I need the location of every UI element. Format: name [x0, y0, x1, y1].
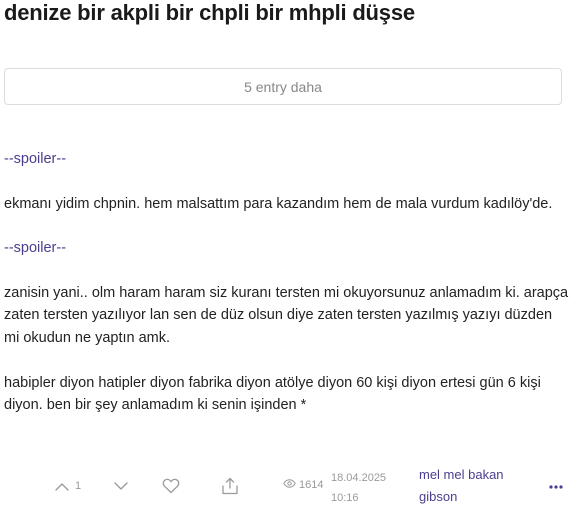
- entry-paragraph: habipler diyon hatipler diyon fabrika di…: [4, 374, 541, 414]
- entry-date-time: 10:16: [331, 492, 359, 504]
- heart-icon: [162, 478, 180, 494]
- share-button[interactable]: [219, 475, 241, 497]
- eye-icon: [283, 479, 299, 491]
- view-count: 1614: [283, 479, 323, 491]
- more-options-button[interactable]: [547, 474, 565, 496]
- upvote-count: 1: [74, 480, 82, 492]
- more-entries-button[interactable]: 5 entry daha: [4, 68, 562, 105]
- share-icon: [221, 477, 239, 495]
- entry-date-day: 18.04.2025: [331, 472, 387, 484]
- entry-date[interactable]: 18.04.2025 10:16: [331, 468, 401, 508]
- chevron-down-icon: [114, 481, 128, 491]
- spoiler-marker[interactable]: --spoiler--: [4, 237, 570, 260]
- entry-paragraph: ekmanı yidim chpnin. hem malsattım para …: [4, 195, 553, 212]
- entry-footer: 1 1614 18.04.2025 10:16 mel mel bakan gi…: [0, 462, 584, 512]
- ellipsis-icon: [549, 476, 563, 494]
- spoiler-marker[interactable]: --spoiler--: [4, 148, 570, 171]
- entry-content: --spoiler-- ekmanı yidim chpnin. hem mal…: [4, 148, 570, 417]
- entry-paragraph: zanisin yani.. olm haram haram siz kuran…: [4, 284, 569, 346]
- chevron-up-icon: [55, 482, 69, 491]
- author-link[interactable]: mel mel bakan gibson: [419, 464, 529, 508]
- downvote-button[interactable]: [110, 476, 132, 496]
- view-count-value: 1614: [299, 479, 324, 491]
- favorite-button[interactable]: [160, 475, 182, 497]
- upvote-button[interactable]: 1: [48, 476, 88, 496]
- topic-title[interactable]: denize bir akpli bir chpli bir mhpli düş…: [4, 0, 415, 26]
